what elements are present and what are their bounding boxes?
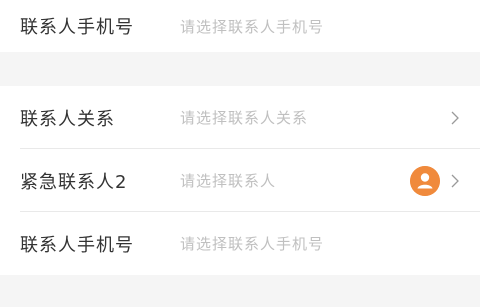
contact-phone-input[interactable]: 请选择联系人手机号 xyxy=(180,233,324,254)
contact-phone-label: 联系人手机号 xyxy=(20,234,134,256)
emergency-contact-group: 联系人关系 请选择联系人关系 紧急联系人2 请选择联系人 联系人手机号 请选择联… xyxy=(0,86,480,275)
contact-phone-label: 联系人手机号 xyxy=(20,17,134,38)
contact-phone-row[interactable]: 联系人手机号 请选择联系人手机号 xyxy=(0,0,480,52)
chevron-right-icon[interactable] xyxy=(448,174,462,188)
contact-phone-input[interactable]: 请选择联系人手机号 xyxy=(180,16,324,37)
contact-relation-select[interactable]: 请选择联系人关系 xyxy=(180,107,308,128)
emergency-contact-select[interactable]: 请选择联系人 xyxy=(180,170,276,191)
contact-relation-label: 联系人关系 xyxy=(20,108,115,130)
contact-phone-row[interactable]: 联系人手机号 请选择联系人手机号 xyxy=(0,212,480,275)
contact-relation-row[interactable]: 联系人关系 请选择联系人关系 xyxy=(0,86,480,149)
chevron-right-icon[interactable] xyxy=(448,111,462,125)
section-gap xyxy=(0,52,480,86)
person-icon[interactable] xyxy=(410,165,440,196)
emergency-contact-row[interactable]: 紧急联系人2 请选择联系人 xyxy=(0,149,480,212)
section-gap xyxy=(0,275,480,307)
emergency-contact-label: 紧急联系人2 xyxy=(20,171,128,193)
top-form-group: 联系人手机号 请选择联系人手机号 xyxy=(0,0,480,52)
